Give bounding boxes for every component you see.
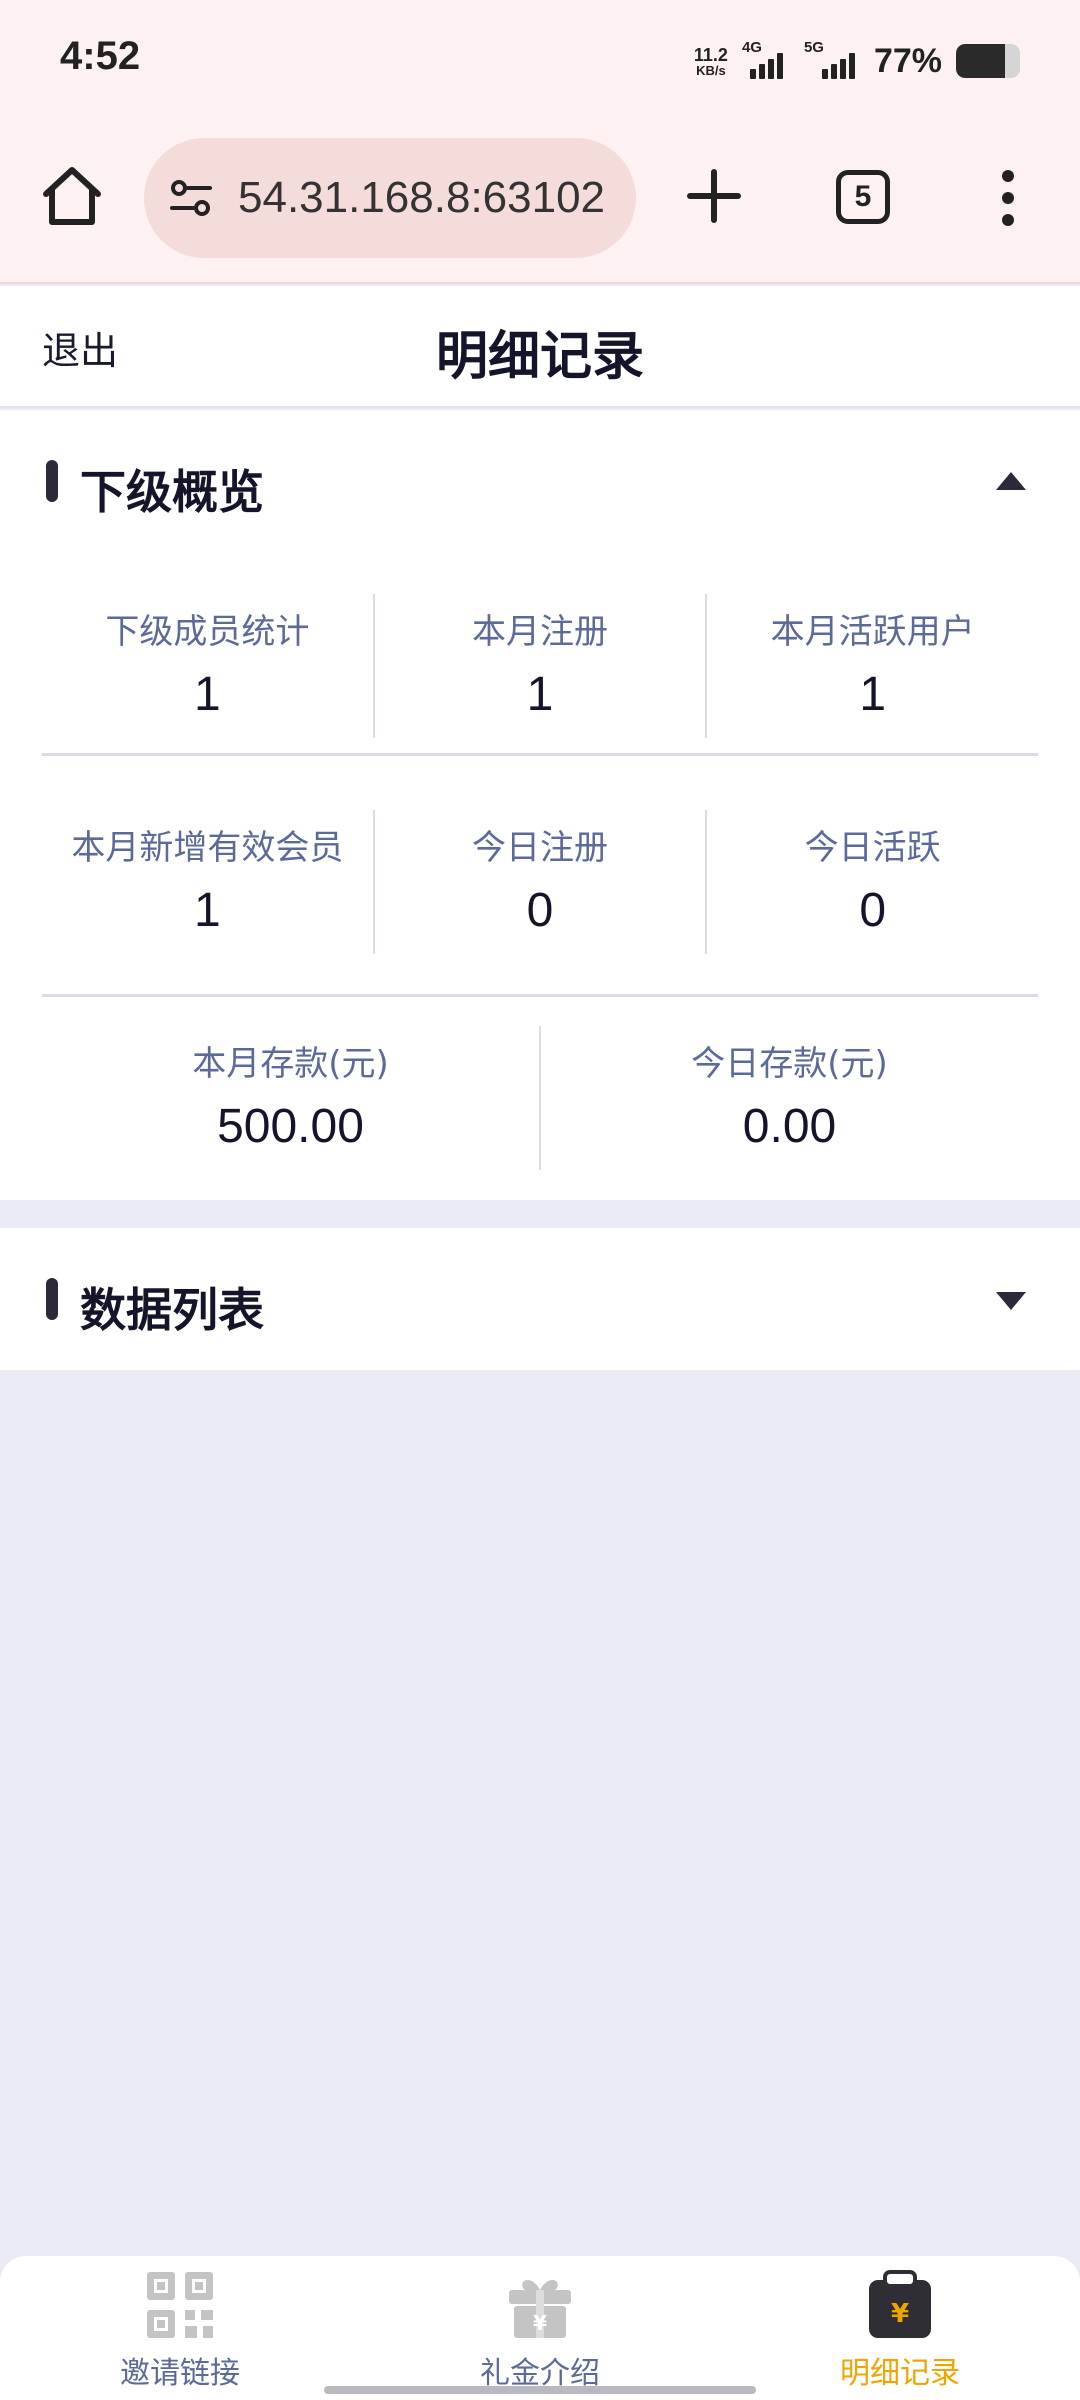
gift-icon: ¥: [509, 2280, 571, 2338]
status-time: 4:52: [60, 34, 141, 78]
stat-value: 1: [193, 884, 221, 937]
network-speed: 11.2 KB/s: [694, 46, 728, 77]
stats-row: 本月新增有效会员 1 今日注册 0 今日活跃 0: [42, 810, 1038, 954]
nav-label: 邀请链接: [120, 2356, 240, 2391]
nav-detail-records[interactable]: ¥ 明细记录: [720, 2256, 1080, 2400]
stat-value: 1: [526, 668, 554, 721]
home-indicator: [324, 2386, 756, 2394]
stat-label: 今日注册: [472, 828, 608, 868]
site-settings-icon[interactable]: [166, 173, 216, 223]
stat-month-new-members: 本月新增有效会员 1: [42, 810, 373, 954]
svg-text:¥: ¥: [533, 2311, 547, 2335]
stat-today-registrations: 今日注册 0: [372, 810, 706, 954]
address-bar[interactable]: 54.31.168.8:63102: [144, 138, 636, 258]
nav-label: 明细记录: [840, 2356, 960, 2391]
signal-4g-icon: 4G: [742, 39, 790, 79]
stat-value: 1: [859, 668, 887, 721]
battery-percent: 77%: [873, 41, 942, 80]
svg-text:¥: ¥: [891, 2299, 909, 2329]
data-list-title: 数据列表: [80, 1283, 264, 1337]
overview-title: 下级概览: [80, 465, 264, 519]
overview-header[interactable]: 下级概览: [0, 410, 1080, 552]
data-list-panel: 数据列表: [0, 1228, 1080, 1370]
stat-label: 下级成员统计: [105, 612, 310, 652]
page-title: 明细记录: [435, 327, 644, 387]
section-marker: [46, 1278, 58, 1320]
stat-value: 500.00: [217, 1100, 364, 1153]
stats-row: 本月存款(元) 500.00 今日存款(元) 0.00: [42, 1026, 1038, 1170]
stat-label: 本月存款(元): [192, 1044, 389, 1084]
divider: [42, 994, 1038, 997]
stat-today-deposit: 今日存款(元) 0.00: [539, 1026, 1038, 1170]
nav-bonus-intro[interactable]: ¥ 礼金介绍: [360, 2256, 720, 2400]
network-speed-unit: KB/s: [696, 62, 726, 78]
expand-triangle-icon[interactable]: [996, 1292, 1026, 1310]
page-header: 退出 明细记录: [0, 286, 1080, 408]
stat-month-registrations: 本月注册 1: [372, 594, 706, 738]
stat-label: 本月新增有效会员: [71, 828, 344, 868]
qr-code-icon: [147, 2272, 213, 2338]
stat-month-active-users: 本月活跃用户 1: [705, 594, 1038, 738]
signal-4g-label: 4G: [741, 39, 762, 56]
divider: [42, 753, 1038, 756]
nav-invite-link[interactable]: 邀请链接: [0, 2256, 360, 2400]
network-speed-value: 11.2: [693, 44, 728, 65]
status-bar: 4:52 11.2 KB/s 4G 5G 77%: [0, 0, 1080, 120]
new-tab-plus-icon[interactable]: [684, 166, 744, 226]
stat-value: 1: [193, 668, 221, 721]
stat-label: 本月注册: [472, 612, 608, 652]
yuan-record-icon: ¥: [869, 2270, 931, 2338]
stat-value: 0.00: [742, 1100, 837, 1153]
stat-value: 0: [859, 884, 887, 937]
stats-row: 下级成员统计 1 本月注册 1 本月活跃用户 1: [42, 594, 1038, 738]
tab-switcher-button[interactable]: 5: [836, 170, 890, 224]
overview-panel: 下级概览 下级成员统计 1 本月注册 1 本月活跃用户 1 本月新增有效会员 1…: [0, 410, 1080, 1200]
status-indicators: 11.2 KB/s 4G 5G 77%: [694, 36, 1020, 86]
browser-toolbar: 54.31.168.8:63102 5: [0, 120, 1080, 284]
stat-subordinate-members: 下级成员统计 1: [42, 594, 373, 738]
stat-label: 今日存款(元): [691, 1044, 888, 1084]
url-text[interactable]: 54.31.168.8:63102: [238, 173, 605, 223]
stat-label: 今日活跃: [804, 828, 941, 868]
stat-value: 0: [526, 884, 554, 937]
stat-today-active: 今日活跃 0: [705, 810, 1038, 954]
signal-5g-icon: 5G: [804, 39, 860, 79]
bottom-nav: 邀请链接 ¥ 礼金介绍 ¥ 明细记录: [0, 2256, 1080, 2400]
battery-icon: [956, 44, 1020, 78]
signal-5g-label: 5G: [803, 39, 824, 56]
section-marker: [46, 460, 58, 502]
home-icon[interactable]: [38, 162, 106, 230]
collapse-triangle-icon[interactable]: [996, 472, 1026, 490]
stat-label: 本月活跃用户: [770, 612, 975, 652]
stat-month-deposit: 本月存款(元) 500.00: [42, 1026, 539, 1170]
data-list-header[interactable]: 数据列表: [0, 1228, 1080, 1370]
menu-icon[interactable]: [988, 166, 1028, 230]
